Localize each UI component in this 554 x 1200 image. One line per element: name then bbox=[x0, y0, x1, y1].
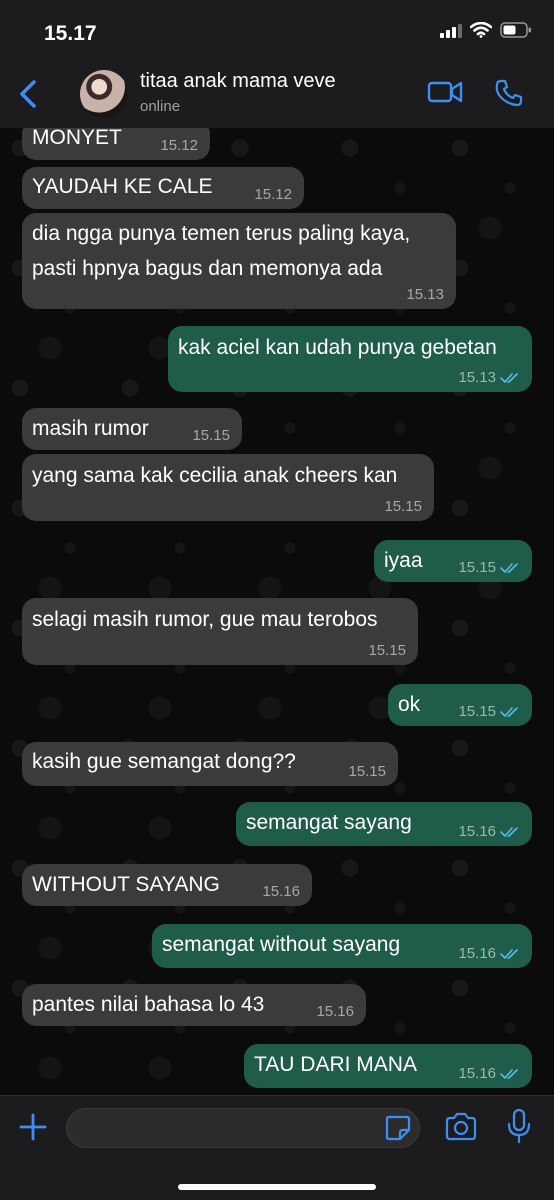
read-receipt-icon bbox=[500, 1068, 518, 1079]
message-time: 15.15 bbox=[192, 427, 230, 444]
message-text: dia ngga punya temen terus paling kaya, … bbox=[32, 222, 411, 280]
message-bubble-incoming[interactable]: kasih gue semangat dong?? 15.15 bbox=[22, 742, 398, 786]
message-text: selagi masih rumor, gue mau terobos bbox=[32, 608, 378, 631]
message-text: kasih gue semangat dong?? bbox=[32, 750, 296, 773]
message-bubble-outgoing[interactable]: kak aciel kan udah punya gebetan 15.13 bbox=[168, 326, 532, 392]
message-meta: 15.12 bbox=[254, 186, 292, 203]
message-bubble-incoming[interactable]: pantes nilai bahasa lo 43 15.16 bbox=[22, 984, 366, 1026]
message-time: 15.16 bbox=[458, 945, 496, 962]
message-meta: 15.16 bbox=[316, 1003, 354, 1020]
message-text: yang sama kak cecilia anak cheers kan bbox=[32, 464, 398, 487]
signal-icon bbox=[440, 22, 462, 38]
message-time: 15.16 bbox=[316, 1003, 354, 1020]
message-time: 15.15 bbox=[458, 559, 496, 576]
status-time: 15.17 bbox=[44, 22, 97, 45]
message-bubble-incoming[interactable]: dia ngga punya temen terus paling kaya, … bbox=[22, 213, 456, 309]
phone-call-icon[interactable] bbox=[494, 78, 524, 108]
chat-header: titaa anak mama veve online bbox=[0, 60, 554, 128]
message-time: 15.15 bbox=[368, 642, 406, 659]
message-meta: 15.15 bbox=[348, 763, 386, 780]
message-meta: 15.13 bbox=[458, 369, 520, 386]
message-meta: 15.16 bbox=[458, 823, 520, 840]
message-time: 15.15 bbox=[384, 498, 422, 515]
message-text: kak aciel kan udah punya gebetan bbox=[178, 336, 497, 359]
message-bubble-outgoing[interactable]: ok 15.15 bbox=[388, 684, 532, 726]
read-receipt-icon bbox=[500, 948, 518, 959]
message-meta: 15.15 bbox=[384, 498, 422, 515]
message-meta: 15.12 bbox=[160, 137, 198, 154]
message-text: pantes nilai bahasa lo 43 bbox=[32, 993, 265, 1016]
message-meta: 15.15 bbox=[192, 427, 230, 444]
plus-icon[interactable] bbox=[18, 1112, 48, 1142]
message-bubble-outgoing[interactable]: semangat without sayang 15.16 bbox=[152, 924, 532, 968]
read-receipt-icon bbox=[500, 562, 518, 573]
message-input[interactable] bbox=[66, 1108, 420, 1148]
status-bar: 15.17 bbox=[0, 0, 554, 60]
message-bubble-incoming[interactable]: masih rumor 15.15 bbox=[22, 408, 242, 450]
message-time: 15.16 bbox=[458, 823, 496, 840]
back-chevron-icon[interactable] bbox=[14, 76, 44, 112]
avatar[interactable] bbox=[80, 70, 128, 118]
message-meta: 15.15 bbox=[368, 642, 406, 659]
read-receipt-icon bbox=[500, 826, 518, 837]
wifi-icon bbox=[470, 22, 492, 38]
message-time: 15.16 bbox=[262, 883, 300, 900]
message-bubble-incoming[interactable]: YAUDAH KE CALE 15.12 bbox=[22, 167, 304, 209]
contact-name[interactable]: titaa anak mama veve bbox=[140, 70, 336, 93]
message-bubble-outgoing[interactable]: semangat sayang 15.16 bbox=[236, 802, 532, 846]
sticker-icon[interactable] bbox=[384, 1114, 412, 1142]
read-receipt-icon bbox=[500, 372, 518, 383]
message-meta: 15.16 bbox=[262, 883, 300, 900]
read-receipt-icon bbox=[500, 706, 518, 717]
message-meta: 15.13 bbox=[406, 286, 444, 303]
message-bubble-incoming[interactable]: MONYET 15.12 bbox=[22, 128, 210, 160]
message-bubble-incoming[interactable]: WITHOUT SAYANG 15.16 bbox=[22, 864, 312, 906]
message-meta: 15.15 bbox=[458, 703, 520, 720]
message-time: 15.12 bbox=[254, 186, 292, 203]
message-time: 15.12 bbox=[160, 137, 198, 154]
home-indicator bbox=[178, 1184, 376, 1190]
message-text: YAUDAH KE CALE bbox=[32, 175, 213, 198]
message-bubble-outgoing[interactable]: iyaa 15.15 bbox=[374, 540, 532, 582]
message-time: 15.13 bbox=[406, 286, 444, 303]
message-meta: 15.16 bbox=[458, 945, 520, 962]
message-time: 15.15 bbox=[348, 763, 386, 780]
input-bar bbox=[0, 1095, 554, 1200]
message-bubble-outgoing[interactable]: TAU DARI MANA 15.16 bbox=[244, 1044, 532, 1088]
message-bubble-incoming[interactable]: yang sama kak cecilia anak cheers kan 15… bbox=[22, 454, 434, 521]
message-bubble-incoming[interactable]: selagi masih rumor, gue mau terobos 15.1… bbox=[22, 598, 418, 665]
message-time: 15.13 bbox=[458, 369, 496, 386]
contact-status: online bbox=[140, 98, 181, 115]
message-meta: 15.15 bbox=[458, 559, 520, 576]
message-time: 15.16 bbox=[458, 1065, 496, 1082]
message-text: WITHOUT SAYANG bbox=[32, 873, 220, 896]
video-call-icon[interactable] bbox=[427, 78, 463, 106]
message-meta: 15.16 bbox=[458, 1065, 520, 1082]
battery-icon bbox=[500, 22, 531, 38]
status-icons bbox=[440, 22, 532, 38]
message-time: 15.15 bbox=[458, 703, 496, 720]
camera-icon[interactable] bbox=[444, 1112, 478, 1142]
chat-area[interactable]: MONYET 15.12 YAUDAH KE CALE 15.12 dia ng… bbox=[0, 128, 554, 1095]
microphone-icon[interactable] bbox=[506, 1108, 532, 1144]
